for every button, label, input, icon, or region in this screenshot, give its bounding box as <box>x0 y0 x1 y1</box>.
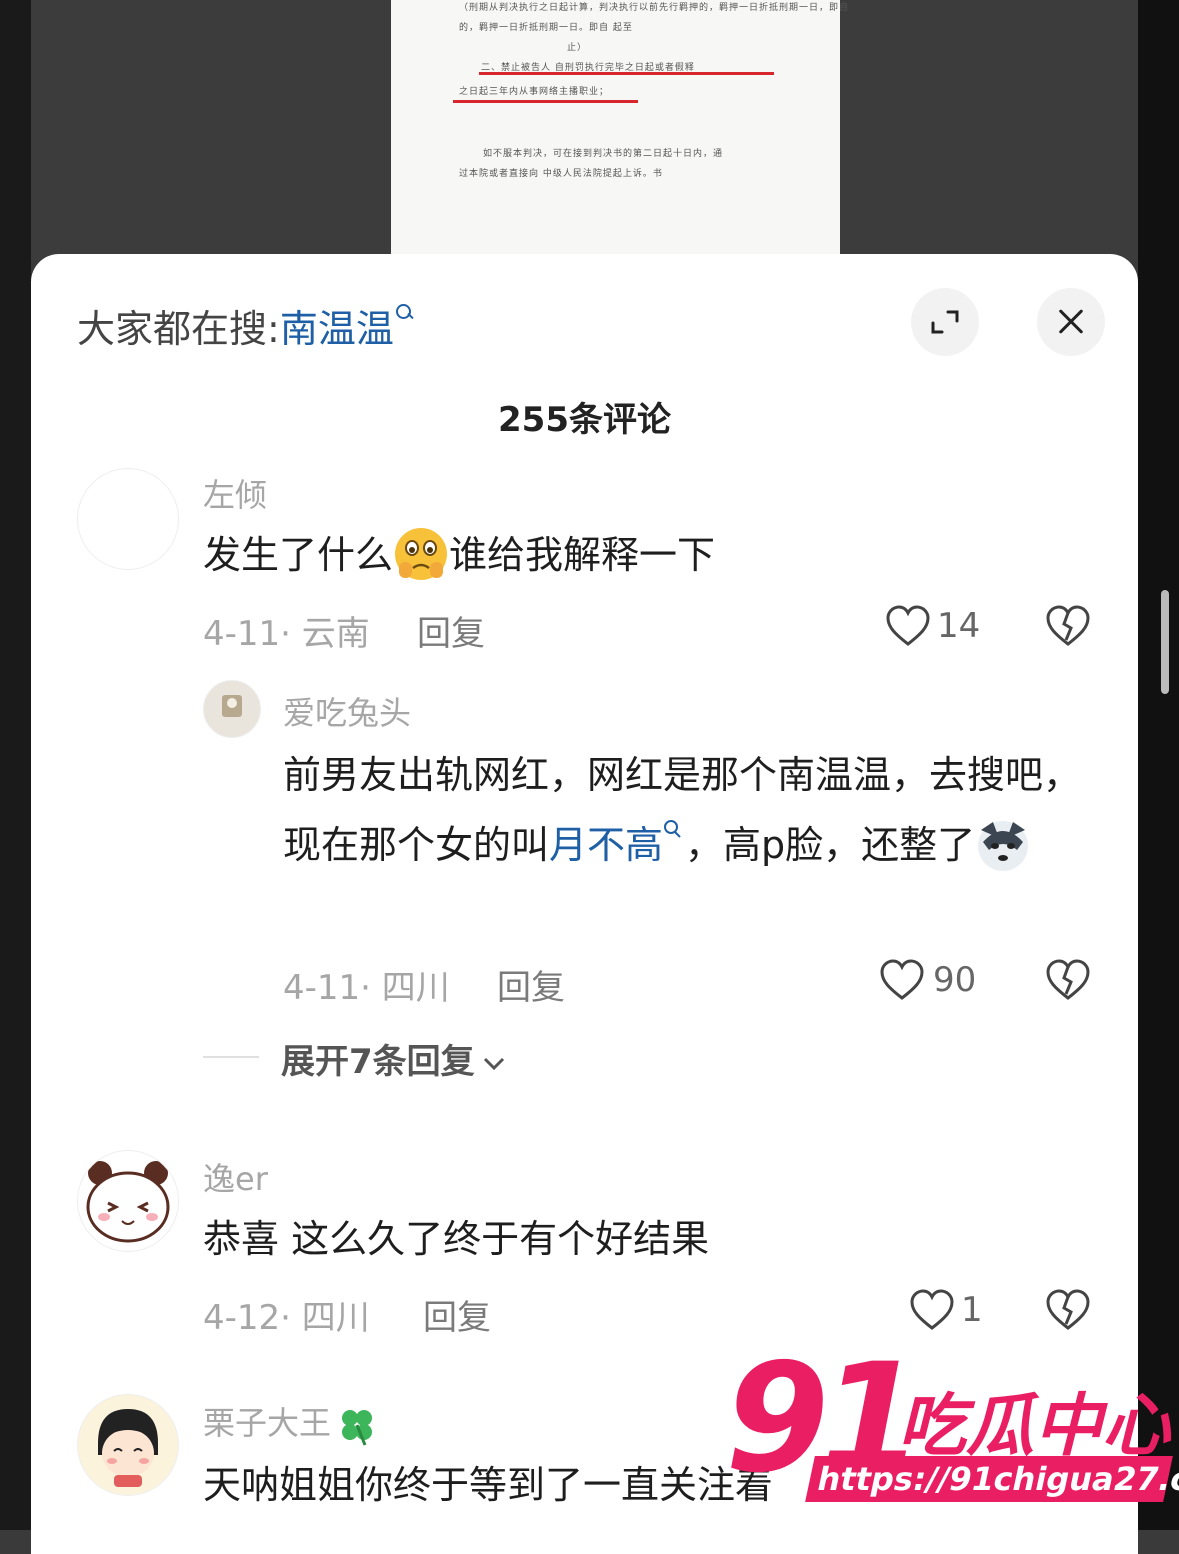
husky-emoji <box>975 816 1031 872</box>
reply-username[interactable]: 爱吃兔头 <box>283 688 411 734</box>
avatar[interactable] <box>77 468 179 570</box>
like-count: 1 <box>961 1290 983 1330</box>
video-background: （刑期从判决执行之日起计算，判决执行以前先行羁押的，羁押一日折抵刑期一日，即自 … <box>31 0 1138 260</box>
expand-button[interactable] <box>911 288 979 356</box>
hot-search-bar[interactable]: 大家都在搜:南温温 <box>77 298 416 353</box>
comment-meta: 4-11· 云南 <box>203 614 370 654</box>
heart-icon[interactable] <box>885 604 931 648</box>
comment-text: 发生了什么 谁给我解释一下 <box>203 520 1083 590</box>
doc-line: （刑期从判决执行之日起计算，判决执行以前先行羁押的，羁押一日折抵刑期一日，即自 <box>459 3 850 13</box>
right-edge <box>1138 0 1179 1530</box>
watermark-name: 吃瓜中心 <box>898 1387 1171 1466</box>
expand-replies-button[interactable]: 展开7条回复 <box>281 1034 507 1083</box>
dislike-icon[interactable] <box>1045 1288 1091 1332</box>
reply-button[interactable]: 回复 <box>497 960 565 1009</box>
watermark: 91 吃瓜中心 https://91chigua27.com <box>715 1332 1179 1532</box>
reply-text: 前男友出轨网红，网红是那个南温温，去搜吧，现在那个女的叫月不高 ，高p脸，还整了 <box>283 740 1095 880</box>
dislike-icon[interactable] <box>1045 604 1091 648</box>
reply-text-part: ，高p脸，还整了 <box>685 823 976 867</box>
hot-search-keyword[interactable]: 南温温 <box>280 307 394 351</box>
dislike-icon[interactable] <box>1045 958 1091 1002</box>
comment-username[interactable]: 栗子大王 <box>203 1398 379 1447</box>
watermark-url: https://91chigua27.com <box>805 1456 1179 1502</box>
comment-text: 恭喜 这么久了终于有个好结果 <box>203 1217 710 1261</box>
comment-meta: 4-12· 四川 <box>203 1298 370 1338</box>
doc-line-highlighted: 之日起三年内从事网络主播职业； <box>459 87 610 97</box>
reply-meta: 4-11· 四川 <box>283 968 450 1008</box>
expand-icon <box>931 310 959 334</box>
heart-icon[interactable] <box>879 958 925 1002</box>
hot-search-label: 大家都在搜: <box>77 307 280 351</box>
red-underline <box>453 100 638 103</box>
like-count: 14 <box>937 606 981 646</box>
clover-icon <box>342 1410 373 1446</box>
expand-replies-label: 展开7条回复 <box>281 1042 475 1082</box>
search-icon <box>394 298 416 326</box>
comment-username[interactable]: 左倾 <box>203 470 267 516</box>
search-icon <box>664 820 681 838</box>
reply-button[interactable]: 回复 <box>423 1290 491 1339</box>
doc-line: 过本院或者直接向 中级人民法院提起上诉。书 <box>459 169 663 179</box>
court-document-image: （刑期从判决执行之日起计算，判决执行以前先行羁押的，羁押一日折抵刑期一日，即自 … <box>391 0 848 260</box>
comment-text-part: 谁给我解释一下 <box>449 533 716 577</box>
comment-username[interactable]: 逸er <box>203 1154 268 1200</box>
avatar[interactable] <box>77 1150 179 1252</box>
chevron-down-icon <box>483 1057 504 1071</box>
comment-username-text: 栗子大王 <box>203 1404 332 1442</box>
crying-face-emoji <box>393 526 449 582</box>
divider <box>203 1056 259 1058</box>
avatar[interactable] <box>203 680 261 738</box>
heart-icon[interactable] <box>909 1288 955 1332</box>
close-button[interactable] <box>1037 288 1105 356</box>
search-keyword-link[interactable]: 月不高 <box>549 823 663 867</box>
reply-button[interactable]: 回复 <box>417 606 485 655</box>
doc-line: 的，羁押一日折抵刑期一日。即自 起至 <box>459 23 633 33</box>
doc-line: 止） <box>567 43 588 53</box>
comment-count: 255条评论 <box>498 400 671 440</box>
left-edge <box>0 0 31 1530</box>
doc-line: 如不服本判决，可在接到判决书的第二日起十日内，通 <box>483 149 724 159</box>
scrollbar[interactable] <box>1161 590 1169 694</box>
like-count: 90 <box>933 960 977 1000</box>
comment-text-part: 发生了什么 <box>203 533 394 577</box>
red-underline <box>479 72 774 75</box>
avatar[interactable] <box>77 1394 179 1496</box>
